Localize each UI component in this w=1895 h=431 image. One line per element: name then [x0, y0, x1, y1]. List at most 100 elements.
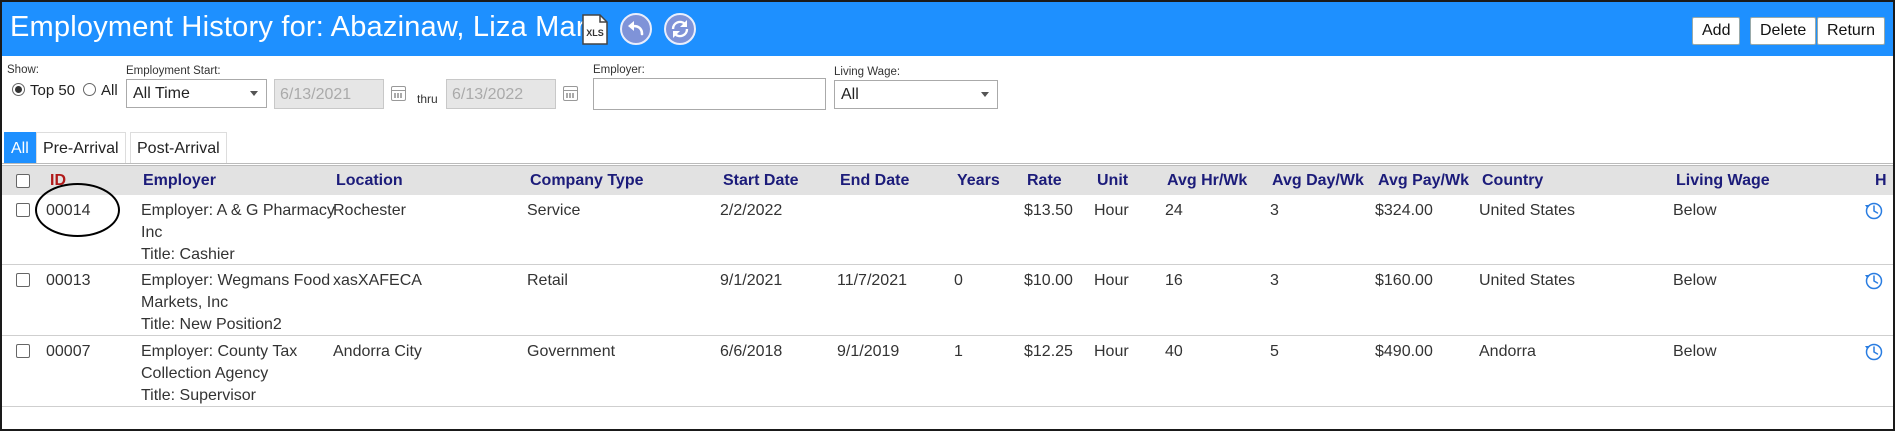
history-clock-icon[interactable]: [1864, 201, 1884, 221]
cell-id[interactable]: 00013: [46, 270, 91, 292]
chevron-down-icon: [250, 91, 258, 96]
employment-start-label: Employment Start:: [126, 65, 221, 77]
cell-location: xasXAFECA: [333, 272, 422, 289]
col-rate[interactable]: Rate: [1027, 172, 1062, 190]
col-years[interactable]: Years: [957, 172, 1000, 190]
history-clock-icon[interactable]: [1864, 271, 1884, 291]
chevron-down-icon: [981, 92, 989, 97]
export-xls-icon[interactable]: XLS: [581, 14, 609, 45]
col-avg-day-wk[interactable]: Avg Day/Wk: [1272, 172, 1364, 190]
tab-divider: [2, 163, 1893, 164]
cell-unit: Hour: [1094, 272, 1129, 289]
employer-title: Title: Cashier: [141, 246, 235, 263]
start-date-to-input[interactable]: 6/13/2022: [446, 79, 556, 109]
employer-label: Employer:: [593, 64, 645, 76]
employer-title: Title: New Position2: [141, 316, 282, 333]
col-avg-hr-wk[interactable]: Avg Hr/Wk: [1167, 172, 1247, 190]
undo-icon[interactable]: [620, 13, 652, 45]
cell-country: United States: [1479, 272, 1576, 289]
tab-all[interactable]: All: [4, 132, 36, 164]
table-row[interactable]: 00014 Employer: A & G Pharmacy Inc Title…: [2, 195, 1893, 265]
col-start-date[interactable]: Start Date: [723, 172, 799, 190]
cell-avg-pay-wk: $160.00: [1375, 272, 1433, 289]
row-checkbox[interactable]: [16, 273, 30, 287]
cell-rate: $13.50: [1024, 202, 1073, 219]
cell-employer: Employer: Wegmans Food Markets, Inc Titl…: [141, 270, 336, 336]
living-wage-select[interactable]: All: [834, 80, 998, 109]
cell-years: 0: [954, 272, 963, 289]
cell-rate: $12.25: [1024, 343, 1073, 360]
employer-name: Employer: Wegmans Food: [141, 272, 331, 289]
col-employer[interactable]: Employer: [143, 172, 216, 190]
cell-employer: Employer: A & G Pharmacy Inc Title: Cash…: [141, 200, 336, 266]
delete-button[interactable]: Delete: [1750, 17, 1817, 45]
cell-avg-pay-wk: $490.00: [1375, 343, 1433, 360]
history-clock-icon[interactable]: [1864, 342, 1884, 362]
cell-avg-day-wk: 5: [1270, 343, 1279, 360]
annotation-oval: [35, 183, 120, 237]
row-checkbox[interactable]: [16, 344, 30, 358]
refresh-icon[interactable]: [664, 13, 696, 45]
all-radio[interactable]: [83, 83, 96, 96]
col-company-type[interactable]: Company Type: [530, 172, 644, 190]
select-all-checkbox[interactable]: [16, 174, 30, 188]
employer-name-cont: Markets, Inc: [141, 294, 229, 311]
cell-start-date: 6/6/2018: [720, 343, 783, 360]
table-header: ID Employer Location Company Type Start …: [2, 165, 1893, 195]
show-label: Show:: [7, 64, 39, 76]
cell-avg-day-wk: 3: [1270, 272, 1279, 289]
employment-history-window: Employment History for: Abazinaw, Liza M…: [0, 0, 1895, 431]
cell-company-type: Government: [527, 343, 616, 360]
col-living-wage[interactable]: Living Wage: [1676, 172, 1770, 190]
cell-id[interactable]: 00007: [46, 341, 91, 363]
employer-title: Title: Supervisor: [141, 387, 256, 404]
tab-pre-arrival[interactable]: Pre-Arrival: [36, 132, 126, 164]
tab-post-arrival[interactable]: Post-Arrival: [130, 132, 227, 164]
page-header: Employment History for: Abazinaw, Liza M…: [2, 2, 1893, 56]
cell-company-type: Retail: [527, 272, 568, 289]
employer-name: Employer: A & G Pharmacy: [141, 202, 335, 219]
calendar-icon[interactable]: [563, 86, 578, 101]
top50-radio[interactable]: [12, 83, 25, 96]
living-wage-value: All: [841, 86, 859, 103]
col-history[interactable]: H: [1875, 172, 1887, 190]
employer-name: Employer: County Tax: [141, 343, 298, 360]
thru-label: thru: [417, 92, 438, 106]
cell-unit: Hour: [1094, 202, 1129, 219]
cell-company-type: Service: [527, 202, 581, 219]
col-location[interactable]: Location: [336, 172, 403, 190]
col-country[interactable]: Country: [1482, 172, 1543, 190]
start-date-from-input[interactable]: 6/13/2021: [274, 79, 384, 109]
cell-country: United States: [1479, 202, 1576, 219]
cell-living-wage: Below: [1673, 202, 1717, 219]
table-row[interactable]: 00013 Employer: Wegmans Food Markets, In…: [2, 265, 1893, 336]
cell-avg-pay-wk: $324.00: [1375, 202, 1433, 219]
row-checkbox[interactable]: [16, 203, 30, 217]
cell-end-date: 11/7/2021: [837, 272, 907, 289]
add-button[interactable]: Add: [1692, 17, 1741, 45]
cell-years: 1: [954, 343, 963, 360]
cell-location: Rochester: [333, 202, 406, 219]
page-title: Employment History for: Abazinaw, Liza M…: [10, 11, 601, 43]
col-avg-pay-wk[interactable]: Avg Pay/Wk: [1378, 172, 1469, 190]
col-unit[interactable]: Unit: [1097, 172, 1128, 190]
all-label: All: [101, 82, 118, 99]
cell-living-wage: Below: [1673, 343, 1717, 360]
cell-start-date: 9/1/2021: [720, 272, 783, 289]
employer-name-cont: Collection Agency: [141, 365, 269, 382]
cell-employer: Employer: County Tax Collection Agency T…: [141, 341, 336, 407]
top50-label: Top 50: [30, 82, 76, 99]
employment-start-select[interactable]: All Time: [126, 79, 267, 108]
table-row[interactable]: 00007 Employer: County Tax Collection Ag…: [2, 336, 1893, 407]
living-wage-label: Living Wage:: [834, 66, 901, 78]
return-button[interactable]: Return: [1817, 17, 1886, 45]
calendar-icon[interactable]: [391, 86, 406, 101]
cell-living-wage: Below: [1673, 272, 1717, 289]
col-end-date[interactable]: End Date: [840, 172, 909, 190]
cell-avg-day-wk: 3: [1270, 202, 1279, 219]
cell-country: Andorra: [1479, 343, 1536, 360]
xls-label: XLS: [586, 28, 604, 38]
employer-input[interactable]: [593, 78, 826, 110]
cell-start-date: 2/2/2022: [720, 202, 783, 219]
cell-unit: Hour: [1094, 343, 1129, 360]
